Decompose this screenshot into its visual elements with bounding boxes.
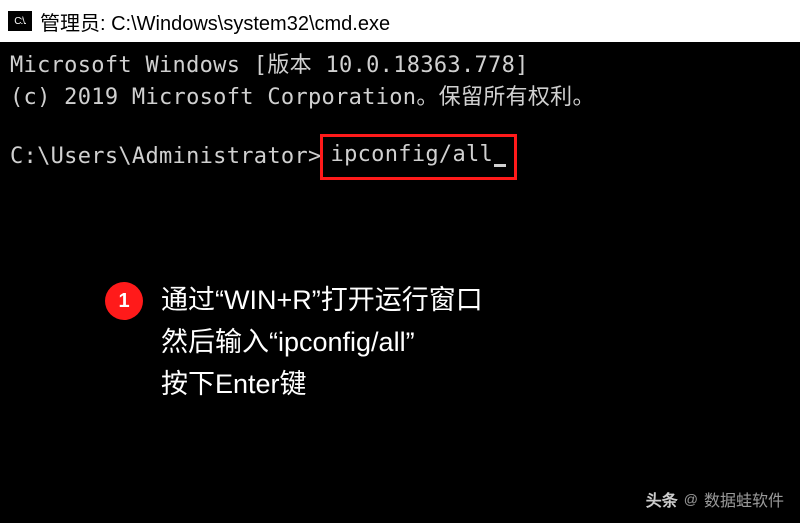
instruction-line-2: 然后输入“ipconfig/all”	[161, 322, 483, 364]
terminal-prompt-line[interactable]: C:\Users\Administrator> ipconfig/all	[10, 134, 790, 180]
terminal-output[interactable]: Microsoft Windows [版本 10.0.18363.778] (c…	[0, 42, 800, 188]
watermark-label: 头条	[646, 487, 678, 511]
command-highlight-box: ipconfig/all	[320, 134, 518, 180]
instruction-text: 通过“WIN+R”打开运行窗口 然后输入“ipconfig/all” 按下Ent…	[161, 280, 483, 406]
step-number-badge: 1	[105, 282, 143, 320]
watermark-name: 数据蛙软件	[704, 487, 784, 511]
terminal-command: ipconfig/all	[331, 142, 494, 167]
watermark-at-icon: @	[684, 491, 698, 507]
instruction-line-1: 通过“WIN+R”打开运行窗口	[161, 280, 483, 322]
terminal-version-line: Microsoft Windows [版本 10.0.18363.778]	[10, 50, 790, 82]
terminal-cursor	[494, 164, 506, 167]
instruction-annotation: 1 通过“WIN+R”打开运行窗口 然后输入“ipconfig/all” 按下E…	[105, 280, 483, 406]
terminal-prompt: C:\Users\Administrator>	[10, 141, 322, 173]
instruction-line-3: 按下Enter键	[161, 364, 483, 406]
window-titlebar: C:\. 管理员: C:\Windows\system32\cmd.exe	[0, 0, 800, 42]
watermark: 头条 @ 数据蛙软件	[646, 487, 784, 511]
window-title: 管理员: C:\Windows\system32\cmd.exe	[40, 7, 390, 36]
terminal-copyright-line: (c) 2019 Microsoft Corporation。保留所有权利。	[10, 82, 790, 114]
cmd-icon: C:\.	[8, 11, 32, 31]
